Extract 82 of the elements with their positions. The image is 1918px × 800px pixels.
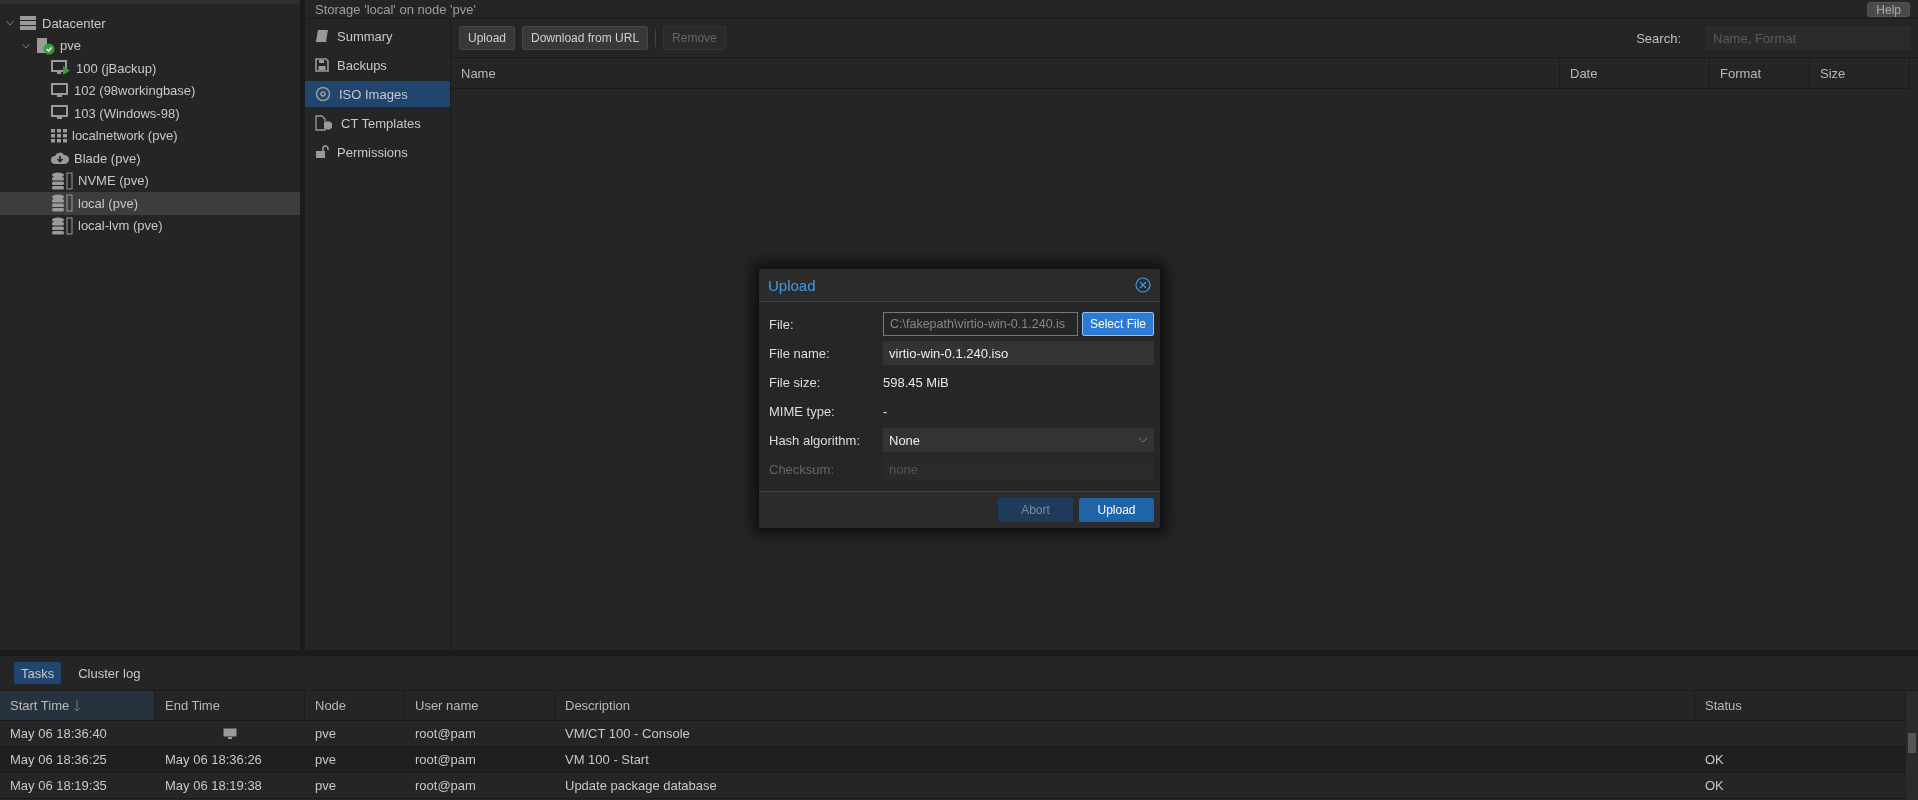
field-label: Checksum: [769, 461, 836, 477]
column-header[interactable]: Name [451, 58, 1560, 88]
tree-item[interactable]: pve [0, 34, 300, 57]
nav-item[interactable]: CT Templates [305, 110, 450, 136]
toolbar-button[interactable]: Download from URL [522, 26, 649, 50]
field-label: Hash algorithm: [769, 432, 862, 448]
table-cell-text: Update package database [564, 777, 718, 795]
field-label: File name: [769, 345, 831, 361]
database-icon [51, 216, 73, 235]
column-header[interactable]: End Time [155, 691, 305, 720]
tab[interactable]: Tasks [14, 662, 62, 684]
file-path-field[interactable]: C:\fakepath\virtio-win-0.1.240.is [883, 312, 1078, 336]
column-header[interactable]: Size [1810, 58, 1910, 88]
tree-item[interactable]: Blade (pve) [0, 147, 300, 170]
tree-item[interactable]: 100 (jBackup) [0, 57, 300, 80]
search-label: Search: [1636, 30, 1681, 46]
dialog-button[interactable]: Upload [1079, 498, 1154, 522]
monitor-icon [51, 82, 69, 99]
table-cell-text: May 06 18:36:25 [9, 751, 108, 769]
table-cell-text: May 06 18:19:38 [164, 777, 263, 795]
tree-item[interactable]: local-lvm (pve) [0, 214, 300, 237]
column-header[interactable]: Format [1710, 58, 1810, 88]
table-cell-text: root@pam [414, 751, 477, 769]
cloud-download-icon [51, 151, 69, 166]
table-cell-text: May 06 18:19:35 [9, 777, 108, 795]
table-cell-text: pve [314, 751, 337, 769]
sort-down-icon [73, 699, 82, 712]
database-icon [51, 194, 73, 213]
table-cell-text: pve [314, 777, 337, 795]
column-header[interactable]: User name [405, 691, 555, 720]
tree-item[interactable]: local (pve) [0, 192, 300, 215]
nav-item[interactable]: Backups [305, 52, 450, 78]
tab[interactable]: Cluster log [71, 662, 148, 684]
dialog-title: Upload [768, 276, 816, 294]
text-field[interactable]: virtio-win-0.1.240.iso [883, 341, 1154, 365]
table-cell-text: pve [314, 725, 337, 743]
monitor-icon [51, 105, 69, 122]
table-cell-text: OK [1704, 751, 1725, 769]
unlocked-padlock-icon [315, 145, 329, 159]
disc-icon [315, 86, 331, 102]
database-icon [51, 171, 73, 190]
panel-title: Storage 'local' on node 'pve' [315, 1, 476, 17]
select-file-button[interactable]: Select File [1081, 312, 1154, 336]
scrollbar[interactable] [1906, 691, 1918, 800]
task-row[interactable]: May 06 18:36:25 May 06 18:36:26 pve root@pam VM 100 - Start OK [0, 747, 1906, 773]
field-value: 598.45 MiB [883, 374, 950, 390]
field-label: File: [769, 316, 795, 332]
monitor-play-icon [51, 60, 71, 77]
toolbar-button[interactable]: Upload [459, 26, 516, 50]
help-button[interactable]: Help [1867, 1, 1910, 17]
table-cell-text: OK [1704, 777, 1725, 795]
tree-item[interactable]: localnetwork (pve) [0, 124, 300, 147]
file-box-icon [315, 115, 333, 131]
column-header[interactable]: Start Time [0, 691, 155, 720]
server-rack-icon [19, 15, 37, 32]
table-cell-text: root@pam [414, 777, 477, 795]
dropdown-field[interactable]: None [883, 428, 1154, 452]
column-header[interactable]: Node [305, 691, 405, 720]
book-icon [315, 29, 329, 43]
tree-item[interactable]: NVME (pve) [0, 169, 300, 192]
nav-item[interactable]: Summary [305, 23, 450, 49]
monitor-icon [223, 727, 237, 740]
server-check-icon [35, 36, 55, 55]
field-value: - [883, 403, 889, 419]
tree-item[interactable]: Datacenter [0, 12, 300, 35]
nav-item[interactable]: ISO Images [305, 81, 450, 107]
table-cell-text: root@pam [414, 725, 477, 743]
grid-icon [51, 128, 67, 143]
table-cell-text: VM 100 - Start [564, 751, 650, 769]
field-label: File size: [769, 374, 822, 390]
column-header[interactable]: Date [1560, 58, 1710, 88]
table-cell-text: VM/CT 100 - Console [564, 725, 691, 743]
table-cell-text: May 06 18:36:40 [9, 725, 108, 743]
nav-item[interactable]: Permissions [305, 139, 450, 165]
tree-item[interactable]: 103 (Windows-98) [0, 102, 300, 125]
table-cell-text: May 06 18:36:26 [164, 751, 263, 769]
tree-item[interactable]: 102 (98workingbase) [0, 79, 300, 102]
chevron-down-icon [1138, 437, 1148, 443]
field-label: MIME type: [769, 403, 836, 419]
column-header[interactable]: Description [555, 691, 1695, 720]
task-row[interactable]: May 06 18:19:35 May 06 18:19:38 pve root@pam Update package database OK [0, 773, 1906, 799]
close-icon[interactable] [1135, 277, 1151, 293]
